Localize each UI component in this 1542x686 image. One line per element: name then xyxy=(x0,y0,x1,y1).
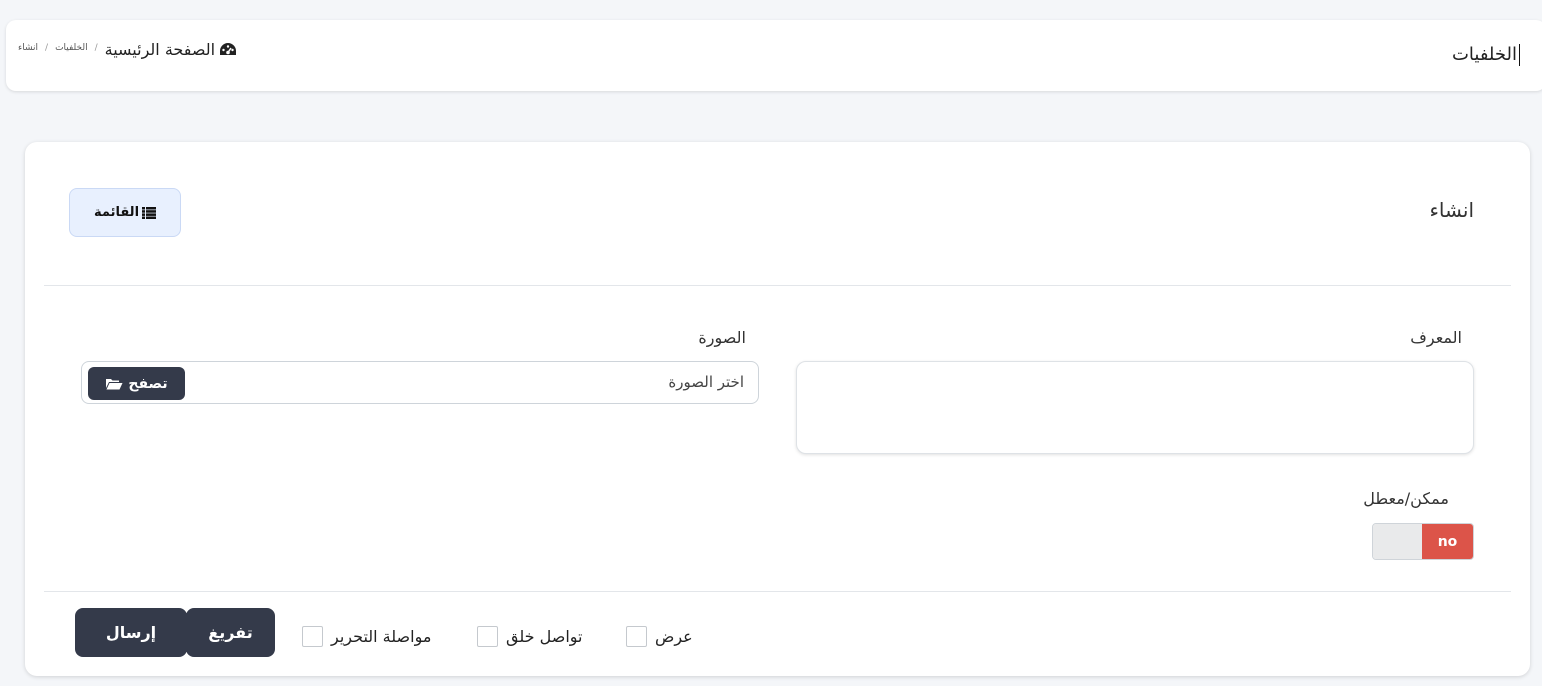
toggle-state-text: no xyxy=(1422,524,1473,559)
list-icon xyxy=(142,206,157,219)
continue-creating-checkbox[interactable] xyxy=(477,626,498,647)
form-footer: إرسال تفريغ مواصلة التحرير تواصل خلق عرض xyxy=(25,608,1530,664)
id-field[interactable] xyxy=(796,361,1474,454)
breadcrumb-current: انشاء xyxy=(18,43,39,53)
submit-button[interactable]: إرسال xyxy=(75,608,187,657)
browse-button-label: تصفح xyxy=(128,375,168,392)
breadcrumb-home-label: الصفحة الرئيسية xyxy=(104,40,216,59)
toggle-handle xyxy=(1373,524,1423,559)
image-label: الصورة xyxy=(698,328,746,347)
enabled-toggle[interactable]: no xyxy=(1372,523,1474,560)
continue-editing-label: مواصلة التحرير xyxy=(331,627,432,646)
continue-creating-option: تواصل خلق xyxy=(477,626,582,647)
create-form-card: انشاء القائمة المعرف الصورة اختر الصورة … xyxy=(25,142,1530,676)
image-file-input[interactable]: اختر الصورة تصفح xyxy=(81,361,759,404)
dashboard-gauge-icon xyxy=(220,42,237,55)
list-button[interactable]: القائمة xyxy=(69,188,181,237)
breadcrumb-link-backgrounds[interactable]: الخلفيات xyxy=(55,43,88,53)
image-placeholder: اختر الصورة xyxy=(668,373,744,391)
footer-divider xyxy=(44,591,1511,592)
view-option: عرض xyxy=(626,626,693,647)
enabled-label: ممكن/معطل xyxy=(1363,489,1449,508)
breadcrumb-separator: / xyxy=(94,43,98,53)
content-header: الخلفيات انشاء / الخلفيات / الصفحة الرئي… xyxy=(6,20,1542,91)
breadcrumb: انشاء / الخلفيات / الصفحة الرئيسية xyxy=(18,40,237,59)
continue-creating-label: تواصل خلق xyxy=(506,627,583,646)
list-button-label: القائمة xyxy=(93,205,140,220)
header-divider xyxy=(44,285,1511,286)
reset-button[interactable]: تفريغ xyxy=(186,608,275,657)
id-label: المعرف xyxy=(1410,328,1462,347)
view-label: عرض xyxy=(655,627,693,646)
breadcrumb-separator: / xyxy=(45,43,49,53)
breadcrumb-link-home[interactable]: الصفحة الرئيسية xyxy=(105,40,237,59)
card-title: انشاء xyxy=(1429,198,1474,222)
page-title: الخلفيات xyxy=(1452,44,1520,66)
browse-button[interactable]: تصفح xyxy=(88,367,185,400)
folder-open-icon xyxy=(106,379,123,390)
continue-editing-checkbox[interactable] xyxy=(302,626,323,647)
continue-editing-option: مواصلة التحرير xyxy=(302,626,431,647)
view-checkbox[interactable] xyxy=(626,626,647,647)
